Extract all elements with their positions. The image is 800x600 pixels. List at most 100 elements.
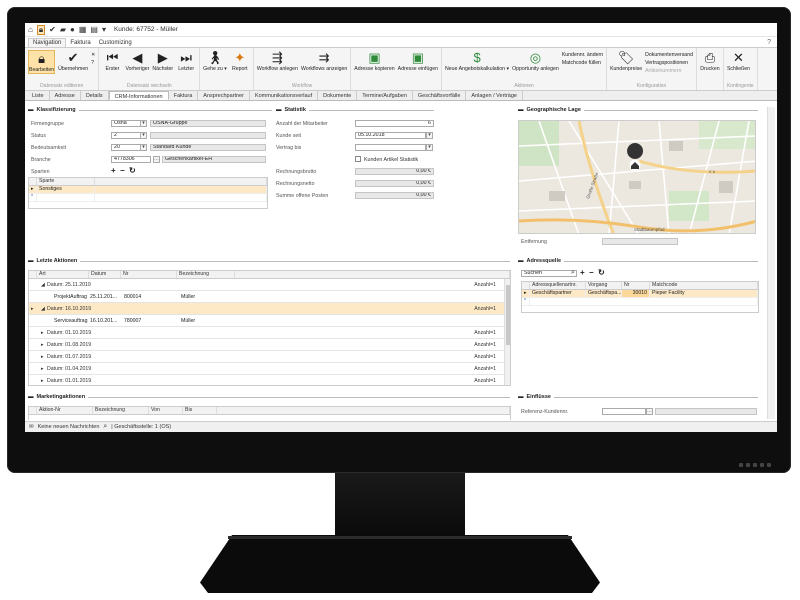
section-geographische-lage[interactable]: ▬ Geographische Lage [518,107,758,113]
column-nr[interactable]: Nr [622,282,650,289]
home-icon[interactable]: ⌂ [28,25,33,34]
tab-geschaeftsvorfaelle[interactable]: Geschäftsvorfälle [413,91,467,100]
section-marketingaktionen[interactable]: ▬ Marketingaktionen [28,394,510,400]
search-icon[interactable]: ⌕ [571,269,575,277]
print-button[interactable]: ⎙ Drucken [700,50,720,72]
edit-button[interactable]: 🔒︎ Bearbeiten [28,50,56,74]
column-matchcode[interactable]: Matchcode [650,282,758,289]
dropdown-icon[interactable]: ▾ [102,25,106,34]
column-adressquellenartnr[interactable]: Adressquellenartnr. [530,282,586,289]
column-bis[interactable]: Bis [183,407,217,414]
refresh-sparte-icon[interactable]: ↻ [129,167,136,175]
firmengruppe-field[interactable]: Osna [111,120,141,127]
group-row[interactable]: ▸ Datum: 01.04.2019 Anzahl=1 [29,363,510,375]
first-button[interactable]: ⏮ Erster [102,50,122,72]
tab-faktura[interactable]: Faktura [169,91,199,100]
page-scrollbar[interactable] [767,107,775,419]
firmengruppe-dropdown-icon[interactable]: ▾ [140,120,147,127]
tab-anlagen-vertraege[interactable]: Anlagen / Verträge [466,91,523,100]
map-view[interactable]: Große Straße Stadtbaumpfad K 6 [518,120,756,234]
column-datum[interactable]: Datum [89,271,121,278]
user-icon[interactable]: ● [70,25,75,34]
kunde-seit-dropdown-icon[interactable]: ▾ [426,132,433,139]
column-von[interactable]: Von [149,407,183,414]
vertrag-bis-field[interactable] [355,144,426,151]
cars-icon[interactable]: ▰ [60,25,66,34]
group-row[interactable]: ▸ Datum: 01.07.2019 Anzahl=1 [29,351,510,363]
column-bezeichnung[interactable]: Bezeichnung [177,271,235,278]
grid-icon[interactable]: ▤ [90,25,98,34]
bedeutsamkeit-dropdown-icon[interactable]: ▾ [140,144,147,151]
check-icon[interactable]: ✔ [49,25,56,34]
ribbon-tab-navigation[interactable]: Navigation [28,38,67,47]
add-sparte-icon[interactable]: + [111,167,116,175]
column-vorgang[interactable]: Vorgang [586,282,622,289]
group-row[interactable]: ▸ Datum: 01.01.2019 Anzahl=1 [29,375,510,385]
tab-dokumente[interactable]: Dokumente [318,91,358,100]
add-adressquelle-icon[interactable]: + [580,269,585,277]
ribbon-tab-faktura[interactable]: Faktura [66,39,94,47]
tab-adresse[interactable]: Adresse [50,91,81,100]
mitarbeiter-field[interactable]: 6 [355,120,434,127]
last-button[interactable]: ⏭ Letzter [176,50,196,72]
tab-termine-aufgaben[interactable]: Termine/Aufgaben [357,91,413,100]
column-bezeichnung[interactable]: Bezeichnung [93,407,149,414]
paste-address-button[interactable]: ▣ Adresse einfügen [398,50,438,72]
table-row[interactable]: ProjektAuftrag 25.11.201... 800014 Mülle… [29,291,510,303]
change-customer-number-button[interactable]: Kundennr. ändern [562,52,603,58]
ribbon-tab-customizing[interactable]: Customizing [95,39,136,47]
mail-icon[interactable]: ✉ [29,424,34,430]
group-row[interactable]: ◢ Datum: 25.11.2019 Anzahl=1 [29,279,510,291]
copy-address-button[interactable]: ▣ Adresse kopieren [354,50,394,72]
table-row[interactable]: ▸ Sonstiges [29,186,267,194]
tab-details[interactable]: Details [81,91,109,100]
document-dispatch-button[interactable]: Dokumentenversand [645,52,693,58]
branche-field[interactable]: 4778306 [111,156,151,163]
kunde-seit-field[interactable]: 05.10.2018 [355,132,426,139]
search-input[interactable]: Suchen [521,270,577,277]
search-small-icon[interactable]: ⌕ [103,423,107,431]
tab-crm-informationen[interactable]: CRM-Informationen [108,91,169,100]
section-einfluesse[interactable]: ▬ Einflüsse [518,394,758,400]
column-art[interactable]: Art [37,271,89,278]
refresh-adressquelle-icon[interactable]: ↻ [598,269,605,277]
table-row-new[interactable]: * [29,194,267,202]
customer-prices-button[interactable]: 🏷︎ Kundenpreise [610,50,642,72]
accept-button[interactable]: ✔ Übernehmen [58,50,88,72]
bedeutsamkeit-field[interactable]: 20 [111,144,141,151]
remove-sparte-icon[interactable]: − [120,167,125,175]
workflow-show-button[interactable]: ⇉ Workflows anzeigen [301,50,347,72]
workflow-create-button[interactable]: ⇶ Workflow anlegen [257,50,298,72]
aktionen-scrollbar[interactable] [504,279,510,385]
tab-liste[interactable]: Liste [27,91,50,100]
tab-kommunikationsverlauf[interactable]: Kommunikationsverlauf [250,91,319,100]
section-statistik[interactable]: ▬ Statistik [276,107,434,113]
branche-lookup-icon[interactable]: … [153,156,160,163]
column-sparte[interactable]: Sparte [37,178,95,185]
messages-status[interactable]: Keine neuen Nachrichten [38,424,100,430]
artikel-statistik-checkbox[interactable] [355,156,361,162]
opportunity-button[interactable]: ◎ Opportunity anlegen [512,50,559,72]
tab-ansprechpartner[interactable]: Ansprechpartner [198,91,250,100]
group-row[interactable]: ▸ Datum: 01.08.2019 Anzahl=1 [29,339,510,351]
contract-positions-button[interactable]: Vertragspositionen [645,60,693,66]
referenz-lookup-icon[interactable]: … [646,408,653,415]
remove-adressquelle-icon[interactable]: − [589,269,594,277]
table-row-new[interactable]: * [522,298,758,306]
status-dropdown-icon[interactable]: ▾ [140,132,147,139]
cancel-icon[interactable]: ✕ [91,52,95,58]
section-klassifizierung[interactable]: ▬ Klassifizierung [28,107,272,113]
section-adressquelle[interactable]: ▬ Adressquelle [518,258,758,264]
report-button[interactable]: ✦ Report [230,50,250,72]
help-icon[interactable]: ? [767,39,771,46]
table-row[interactable]: ▸ Geschäftspartner Geschäftspa... 30010 … [522,290,758,298]
group-row[interactable]: ▸ ◢ Datum: 16.10.2019 Anzahl=1 [29,303,510,315]
new-quote-button[interactable]: $ Neue Angebotskalkulation ▾ [445,50,509,72]
lock-icon[interactable]: 🔒︎ [36,24,46,35]
next-button[interactable]: ▶ Nächster [152,50,173,72]
status-field[interactable]: 2 [111,132,141,139]
fill-matchcode-button[interactable]: Matchcode füllen [562,60,603,66]
help-small-icon[interactable]: ? [91,60,95,66]
close-button[interactable]: ✕ Schließen [727,50,750,72]
goto-button[interactable]: 🚶︎ Gehe zu ▾ [203,50,227,72]
